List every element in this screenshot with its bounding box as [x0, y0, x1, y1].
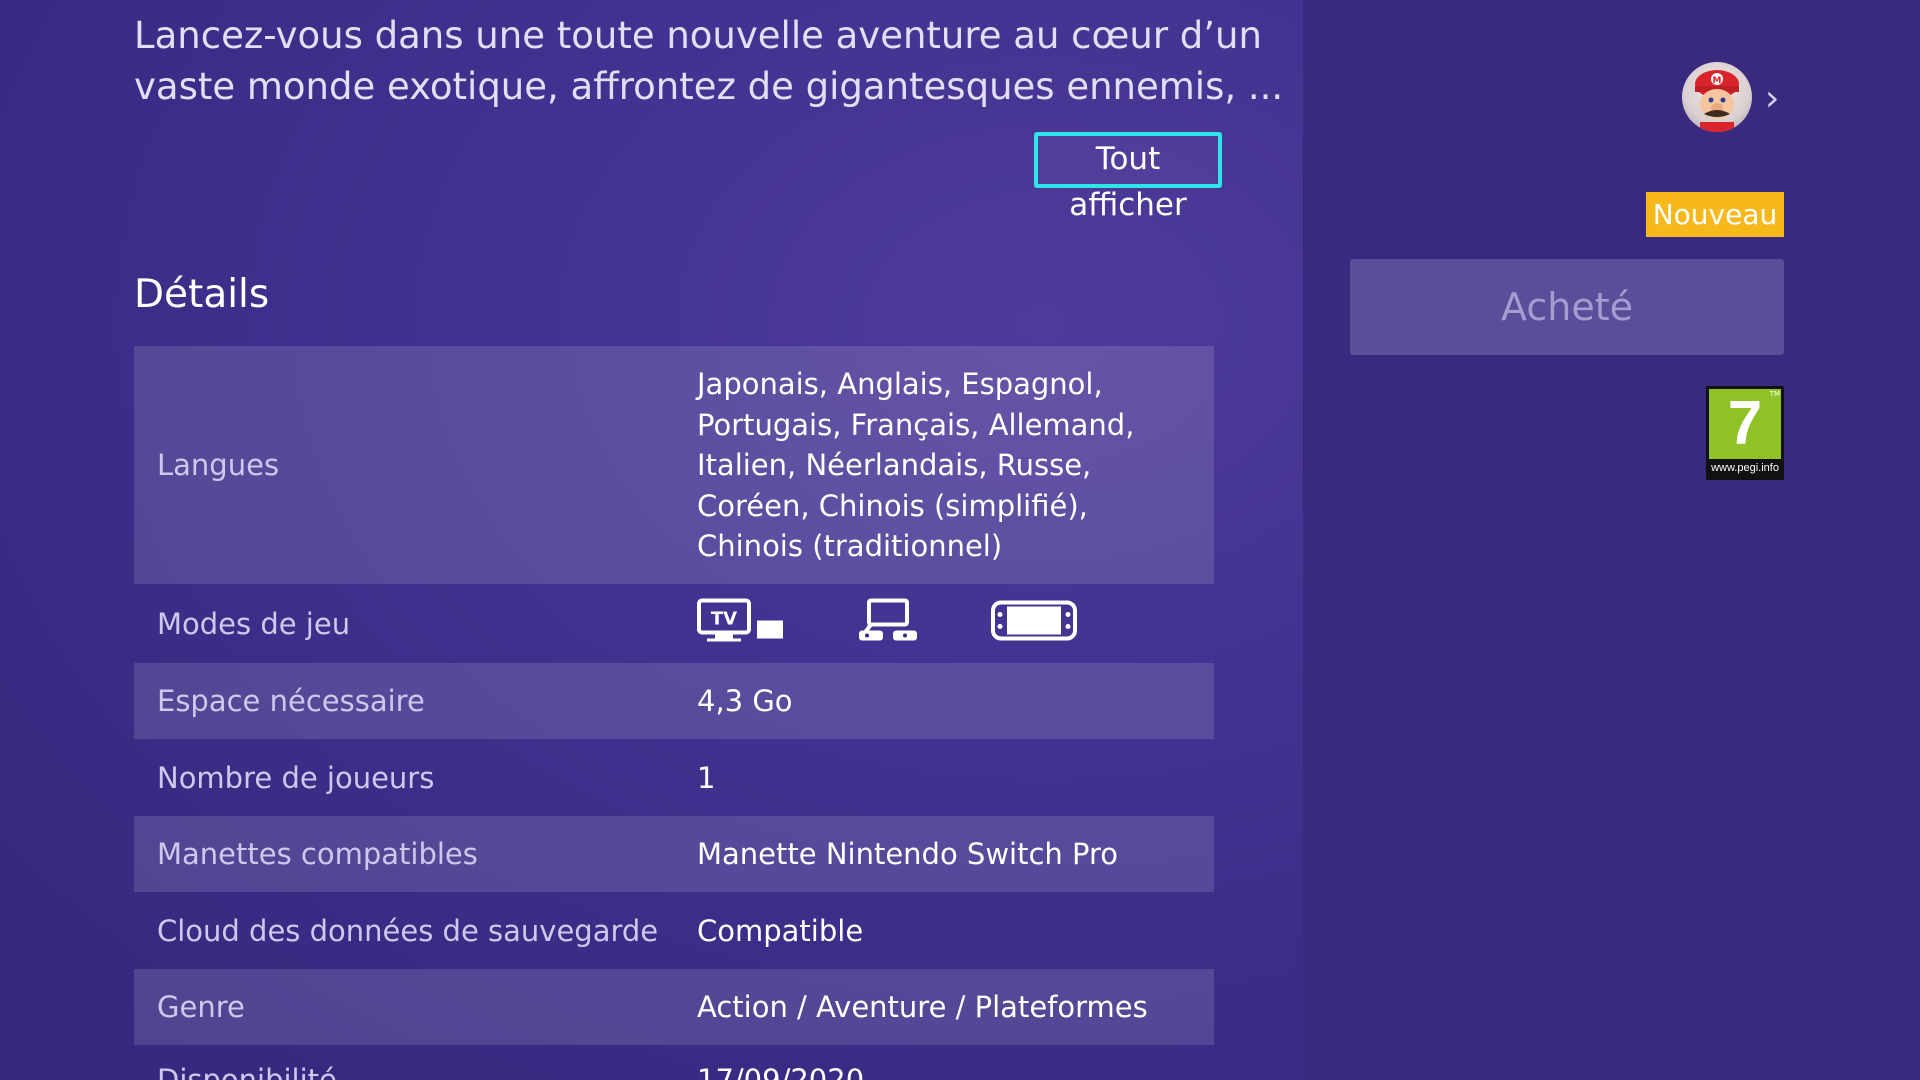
details-row-languages: Langues Japonais, Anglais, Espagnol, Por… [134, 346, 1214, 584]
pegi-url: www.pegi.info [1711, 462, 1779, 474]
details-row-play-modes: Modes de jeu TV [134, 584, 1214, 663]
details-row-cloud-save: Cloud des données de sauvegarde Compatib… [134, 892, 1214, 969]
details-row-controllers: Manettes compatibles Manette Nintendo Sw… [134, 816, 1214, 892]
row-value: 4,3 Go [697, 684, 793, 718]
svg-text:TV: TV [711, 608, 737, 629]
row-value: Action / Aventure / Plateformes [697, 990, 1148, 1024]
details-row-storage: Espace nécessaire 4,3 Go [134, 663, 1214, 739]
row-label: Cloud des données de sauvegarde [157, 913, 659, 948]
pegi-rating-icon: 7 TM www.pegi.info [1706, 386, 1784, 480]
purchased-button[interactable]: Acheté [1350, 259, 1784, 355]
show-all-button[interactable]: Tout afficher [1034, 132, 1222, 223]
tv-mode-icon: TV [697, 598, 785, 649]
details-row-genre: Genre Action / Aventure / Plateformes [134, 969, 1214, 1045]
row-value: Japonais, Anglais, Espagnol, Portugais, … [697, 367, 1135, 563]
pegi-trademark: TM [1769, 390, 1780, 398]
row-label: Langues [157, 448, 280, 482]
row-value: 1 [697, 760, 716, 795]
row-label: Manettes compatibles [157, 837, 478, 871]
mario-avatar-icon: M [1695, 70, 1739, 132]
row-label: Nombre de joueurs [157, 760, 435, 795]
details-row-players: Nombre de joueurs 1 [134, 739, 1214, 816]
details-row-availability: Disponibilité 17/09/2020 [134, 1045, 1214, 1080]
svg-text:M: M [1713, 76, 1722, 86]
row-value: Compatible [697, 913, 864, 948]
row-label: Disponibilité [157, 1063, 337, 1080]
play-mode-icons: TV [697, 598, 1077, 649]
details-table: Langues Japonais, Anglais, Espagnol, Por… [134, 346, 1214, 1080]
purchase-sidebar [1303, 0, 1920, 1080]
game-description: Lancez-vous dans une toute nouvelle aven… [134, 10, 1284, 112]
user-avatar[interactable]: M [1682, 62, 1752, 132]
details-heading: Détails [134, 272, 270, 317]
description-line: Lancez-vous dans une toute nouvelle aven… [134, 14, 1262, 57]
row-label: Genre [157, 990, 245, 1024]
row-label: Espace nécessaire [157, 684, 425, 718]
handheld-mode-icon [991, 598, 1077, 649]
row-label: Modes de jeu [157, 606, 351, 641]
description-line: vaste monde exotique, affrontez de gigan… [134, 65, 1284, 108]
row-value: Manette Nintendo Switch Pro [697, 837, 1119, 871]
tabletop-mode-icon [857, 598, 919, 649]
game-details-pane: Lancez-vous dans une toute nouvelle aven… [0, 0, 1303, 1080]
row-value: 17/09/2020 [697, 1063, 865, 1080]
new-badge: Nouveau [1646, 192, 1784, 237]
chevron-right-icon[interactable]: › [1765, 78, 1779, 119]
